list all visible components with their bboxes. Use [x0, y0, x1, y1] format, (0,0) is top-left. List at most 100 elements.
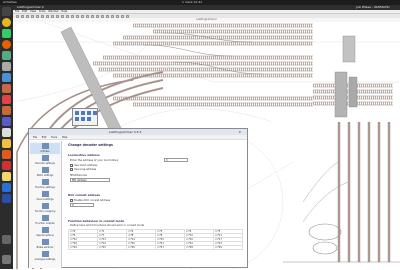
note-icon[interactable]: [2, 139, 11, 148]
sidebar-item-analogue[interactable]: Analogue settings: [30, 251, 60, 262]
fx-label: F17: [217, 238, 222, 241]
long-address-label: Use long address: [74, 168, 97, 171]
dcc-consist-label: Enable DCC consist address: [74, 199, 111, 202]
music-icon[interactable]: [2, 95, 11, 104]
fx-cell[interactable]: ☐ F29: [213, 245, 243, 250]
track-bundle-right[interactable]: [338, 122, 390, 262]
sidebar-item-motor[interactable]: Motor settings: [30, 167, 60, 178]
short-address-checkbox[interactable]: [70, 164, 73, 167]
fx-label: F26: [130, 246, 135, 249]
fx-label: F14: [130, 238, 135, 241]
sidebar-item-brake[interactable]: Brake sections: [30, 239, 60, 250]
vs-icon[interactable]: [2, 117, 11, 126]
mfx-field[interactable]: Mfx address: [70, 178, 110, 182]
app-grid-icon[interactable]: [2, 255, 11, 264]
fx-cell[interactable]: ☐ F27: [155, 245, 185, 250]
store-icon[interactable]: [2, 106, 11, 115]
decoder-icon: [41, 155, 49, 161]
decoder-dialog: LokProgrammer 4.5.3 ✕ File Edit Tools He…: [28, 128, 248, 268]
sidebar-item-function[interactable]: Function settings: [30, 179, 60, 190]
dialog-sidebar: Address Decoder settings Motor settings …: [29, 141, 62, 268]
mail-icon[interactable]: [2, 73, 11, 82]
palette-tool-icon[interactable]: [75, 111, 79, 115]
fx-label: F3: [159, 230, 163, 233]
menu-help[interactable]: Help: [61, 10, 67, 13]
fx-label: F21: [159, 242, 164, 245]
loco-address-label: Enter the address of your locomotive: [70, 159, 119, 162]
fx-label: F13: [101, 238, 106, 241]
palette-tool-icon[interactable]: [81, 111, 85, 115]
sidebar-item-address[interactable]: Address: [30, 143, 60, 154]
palette-tool-icon[interactable]: [87, 117, 91, 121]
palette-tool-icon[interactable]: [81, 117, 85, 121]
trash-icon[interactable]: [2, 235, 11, 244]
sidebar-item-mapping[interactable]: Function mapping: [30, 203, 60, 214]
mfx-label: Mfx/Motorola: [70, 174, 87, 177]
text-editor-icon[interactable]: [2, 172, 11, 181]
building-blocks[interactable]: [334, 35, 358, 118]
dcc-consist-field[interactable]: 0: [70, 203, 94, 207]
fx-row: ☐ F24 ☐ F25 ☐ F26 ☐ F27 ☐ F28 ☐ F29: [68, 245, 243, 250]
floating-palette[interactable]: [72, 108, 98, 126]
fx-label: F5: [217, 230, 221, 233]
fx-label: F8: [130, 234, 134, 237]
update-icon[interactable]: [2, 150, 11, 159]
loco-address-field[interactable]: 3: [164, 158, 188, 162]
dialog-menu-edit[interactable]: Edit: [42, 136, 47, 139]
fx-label: F11: [217, 234, 222, 237]
brake-icon: [41, 239, 49, 245]
app-icon[interactable]: [2, 62, 11, 71]
files-icon[interactable]: [2, 51, 11, 60]
fx-label: F24: [72, 246, 77, 249]
track-bundle-upper[interactable]: [93, 24, 313, 77]
loop-tracks-right[interactable]: [283, 223, 400, 263]
loco-app-icon[interactable]: [2, 194, 11, 203]
palette-tool-icon[interactable]: [87, 111, 91, 115]
page-heading: Change decoder settings: [68, 143, 113, 147]
address-icon: [41, 143, 49, 149]
fx-label: F18: [72, 242, 77, 245]
terminal-icon[interactable]: [2, 7, 11, 16]
menu-edit[interactable]: Edit: [22, 10, 27, 13]
section-locomotive: Locomotive address: [68, 153, 100, 157]
code-icon[interactable]: [2, 183, 11, 192]
menu-window[interactable]: Window: [48, 10, 58, 13]
sidebar-item-sound[interactable]: Sound settings: [30, 191, 60, 202]
chat-icon[interactable]: [2, 161, 11, 170]
menu-view[interactable]: View: [30, 10, 36, 13]
fx-cell[interactable]: ☐ F28: [184, 245, 214, 250]
settings-icon[interactable]: [2, 29, 11, 38]
long-address-checkbox[interactable]: [70, 168, 73, 171]
fx-label: F29: [217, 246, 222, 249]
dialog-menu-tools[interactable]: Tools: [51, 136, 57, 139]
dock: [0, 5, 13, 269]
dcc-consist-checkbox[interactable]: [70, 199, 73, 202]
sidebar-item-special[interactable]: Special options: [30, 227, 60, 238]
fx-label: F15: [159, 238, 164, 241]
menu-file[interactable]: File: [15, 10, 19, 13]
fx-label: F0: [72, 230, 76, 233]
photos-icon[interactable]: [2, 84, 11, 93]
fx-cell[interactable]: ☐ F25: [97, 245, 127, 250]
palette-tool-icon[interactable]: [75, 117, 79, 121]
calendar-icon[interactable]: [2, 128, 11, 137]
menu-tools[interactable]: Tools: [39, 10, 45, 13]
sidebar-item-decoder[interactable]: Decoder settings: [30, 155, 60, 166]
dialog-menu: File Edit Tools Help: [29, 135, 247, 140]
dialog-menu-help[interactable]: Help: [62, 136, 67, 139]
fx-label: F16: [188, 238, 193, 241]
fx-description: Define here which functions should work …: [70, 224, 145, 227]
fx-label: F27: [159, 246, 164, 249]
short-address-label: Use short address: [74, 164, 98, 167]
sidebar-item-outputs[interactable]: Function outputs: [30, 215, 60, 226]
fx-cell[interactable]: ☐ F24: [68, 245, 98, 250]
firefox-icon[interactable]: [2, 40, 11, 49]
dialog-main: Change decoder settings Locomotive addre…: [64, 141, 247, 267]
palette-tool-icon[interactable]: [93, 111, 97, 115]
fx-label: F22: [188, 242, 193, 245]
dialog-menu-file[interactable]: File: [33, 136, 37, 139]
fx-cell[interactable]: ☐ F26: [126, 245, 156, 250]
fx-label: F7: [101, 234, 105, 237]
fx-table: ☐ F0 ☐ F1 ☐ F2 ☐ F3 ☐ F4 ☐ F5 ☐ F6 ☐ F7 ☐ F8 ☐ F9…: [68, 229, 243, 250]
chrome-icon[interactable]: [2, 18, 11, 27]
